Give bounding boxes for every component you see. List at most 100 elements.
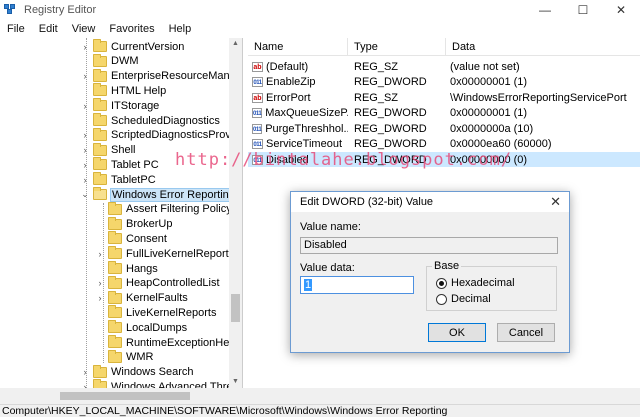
value-name-cell: ab (Default) [248, 61, 348, 73]
hscroll-thumb[interactable] [60, 392, 190, 400]
expand-chevron-icon[interactable]: › [80, 175, 90, 185]
menu-view[interactable]: View [65, 23, 103, 35]
tree-item[interactable]: › KernelFaults [95, 290, 188, 306]
menu-file[interactable]: File [0, 23, 32, 35]
folder-icon [93, 83, 107, 97]
expand-chevron-icon[interactable]: › [95, 278, 105, 288]
radio-checked-icon[interactable] [436, 277, 447, 289]
expand-chevron-icon[interactable]: › [80, 130, 90, 140]
expand-chevron-icon[interactable]: › [80, 367, 90, 377]
value-name-field: Disabled [300, 237, 558, 254]
value-data-cell: (value not set) [450, 60, 520, 73]
value-name: ServiceTimeout [266, 138, 343, 150]
expand-chevron-icon[interactable]: › [95, 249, 105, 259]
folder-icon [93, 39, 107, 52]
tree-item[interactable]: › ScriptedDiagnosticsProvide [80, 127, 242, 143]
tree-item[interactable]: › CurrentVersion [80, 39, 184, 54]
tree-item[interactable]: DWM [80, 53, 139, 69]
tree-vertical-scrollbar[interactable]: ▲ ▼ [229, 38, 242, 388]
tree-item[interactable]: HTML Help [80, 83, 166, 98]
tree-item-label: BrokerUp [126, 218, 173, 231]
tree-item[interactable]: › FullLiveKernelReports [95, 246, 234, 261]
value-row[interactable]: 011 EnableZip REG_DWORD 0x00000001 (1) [248, 75, 640, 90]
tree-item[interactable]: LocalDumps [95, 320, 187, 335]
tree-scroll-thumb[interactable] [231, 294, 240, 322]
folder-icon [93, 68, 107, 82]
tree-item[interactable]: › Shell [80, 142, 135, 158]
expand-chevron-icon[interactable]: › [80, 160, 90, 170]
tree-item[interactable]: WMR [95, 349, 154, 365]
expand-chevron-icon[interactable]: › [95, 293, 105, 303]
tree-item[interactable]: RuntimeExceptionHelp [95, 335, 238, 350]
expand-chevron-icon[interactable]: ⌄ [80, 189, 90, 200]
cancel-button[interactable]: Cancel [497, 323, 555, 342]
value-row[interactable]: ab (Default) REG_SZ (value not set) [248, 59, 640, 74]
value-row[interactable]: ab ErrorPort REG_SZ \WindowsErrorReportingS… [248, 90, 640, 105]
menu-edit[interactable]: Edit [32, 23, 65, 35]
binary-value-icon: 011 [252, 139, 263, 149]
title-bar: Registry Editor — ☐ ✕ [0, 0, 640, 20]
folder-icon [108, 275, 122, 289]
tree-item-label: Assert Filtering Policy [126, 203, 232, 216]
dialog-close-icon[interactable]: ✕ [550, 194, 561, 210]
tree-item[interactable]: Consent [95, 231, 167, 246]
hexadecimal-label: Hexadecimal [451, 277, 515, 289]
tree-item[interactable]: Assert Filtering Policy [95, 201, 232, 217]
value-row[interactable]: 011 PurgeThreshhol... REG_DWORD 0x0000000a … [248, 121, 640, 136]
expand-chevron-icon[interactable]: › [80, 42, 90, 52]
tree-item[interactable]: BrokerUp [95, 216, 173, 232]
folder-icon [93, 142, 107, 156]
tree-item[interactable]: › Windows Advanced Threat Pr [80, 379, 242, 388]
scroll-up-icon[interactable]: ▲ [229, 38, 242, 50]
column-name[interactable]: Name [248, 37, 348, 56]
expand-chevron-icon[interactable]: › [80, 145, 90, 155]
key-tree[interactable]: › CurrentVersion DWM › EnterpriseResourceMan… [0, 38, 243, 388]
hexadecimal-radio[interactable]: Hexadecimal [436, 277, 515, 289]
tree-item-label: Windows Search [111, 366, 194, 379]
menu-bar: File Edit View Favorites Help [0, 20, 640, 38]
value-data-cell: 0x00000001 (1) [450, 107, 528, 119]
expand-chevron-icon[interactable]: › [80, 71, 90, 81]
folder-icon [108, 201, 122, 215]
value-type-cell: REG_DWORD [354, 107, 427, 119]
scroll-down-icon[interactable]: ▼ [229, 376, 242, 388]
tree-item[interactable]: › HeapControlledList [95, 275, 220, 291]
minimize-button[interactable]: — [526, 0, 564, 20]
radio-unchecked-icon[interactable] [436, 293, 447, 305]
horizontal-scrollbar[interactable] [0, 388, 640, 404]
tree-item-label: KernelFaults [126, 292, 188, 305]
status-bar-path: Computer\HKEY_LOCAL_MACHINE\SOFTWARE\Mic… [0, 404, 640, 417]
tree-item[interactable]: ScheduledDiagnostics [80, 113, 220, 128]
tree-item[interactable]: LiveKernelReports [95, 305, 217, 320]
value-data-cell: 0x0000000a (10) [450, 122, 534, 135]
tree-item[interactable]: Hangs [95, 261, 158, 276]
value-type-cell: REG_DWORD [354, 122, 427, 135]
tree-item-label: EnterpriseResourceManage [111, 70, 243, 83]
folder-icon [108, 349, 122, 363]
menu-favorites[interactable]: Favorites [102, 23, 161, 35]
decimal-radio[interactable]: Decimal [436, 293, 491, 305]
tree-item[interactable]: › EnterpriseResourceManage [80, 68, 243, 84]
binary-value-icon: 011 [252, 77, 263, 87]
ok-button[interactable]: OK [428, 323, 486, 342]
tree-item-label: CurrentVersion [111, 40, 185, 53]
folder-icon [93, 364, 107, 378]
value-row[interactable]: 011 MaxQueueSizeP... REG_DWORD 0x00000001 (… [248, 106, 640, 121]
tree-item[interactable]: ⌄ Windows Error Reporting [80, 187, 237, 202]
close-button[interactable]: ✕ [602, 0, 640, 20]
value-data-input[interactable]: 1 [300, 276, 414, 294]
folder-icon [108, 320, 122, 334]
maximize-button[interactable]: ☐ [564, 0, 602, 20]
tree-item[interactable]: › TabletPC [80, 172, 156, 187]
tree-item[interactable]: › Windows Search [80, 364, 194, 380]
folder-icon [108, 261, 122, 274]
tree-item[interactable]: › ITStorage [80, 98, 159, 113]
expand-chevron-icon[interactable]: › [80, 101, 90, 111]
column-data[interactable]: Data [446, 38, 636, 56]
column-type[interactable]: Type [348, 37, 446, 56]
tree-item[interactable]: › Tablet PC [80, 157, 159, 172]
value-type-cell: REG_SZ [354, 60, 399, 73]
value-name-cell: 011 ServiceTimeout [248, 138, 348, 150]
menu-help[interactable]: Help [162, 23, 199, 35]
value-type-cell: REG_SZ [354, 91, 399, 104]
